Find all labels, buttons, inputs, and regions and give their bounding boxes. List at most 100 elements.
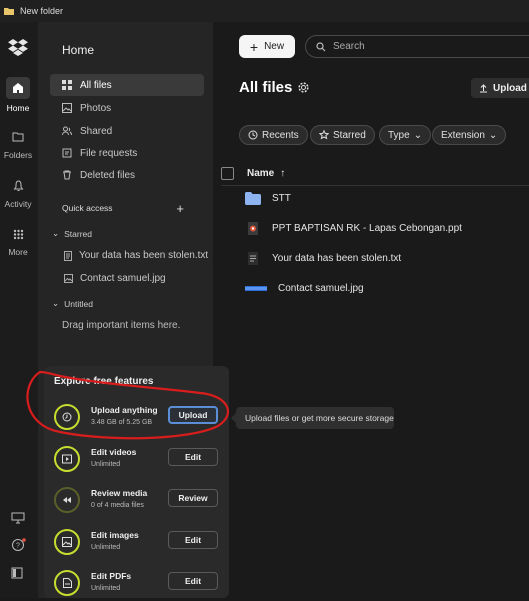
text-file-icon <box>248 251 258 265</box>
filter-starred[interactable]: Starred <box>310 125 375 145</box>
select-all-checkbox[interactable] <box>221 166 234 180</box>
photos-icon <box>62 103 72 113</box>
upload-tooltip: Upload files or get more secure storage <box>231 407 394 429</box>
sidebar-title: Home <box>62 43 95 57</box>
table-row[interactable]: Your data has been stolen.txt <box>245 243 529 273</box>
rail-item-activity[interactable]: Activity <box>0 177 36 209</box>
rail-item-folders[interactable]: Folders <box>0 128 36 160</box>
feature-detail: Unlimited <box>91 585 121 592</box>
feature-edit-videos: Edit videos Unlimited Edit <box>54 443 224 477</box>
monitor-icon[interactable] <box>11 512 25 524</box>
feature-edit-images: Edit images Unlimited Edit <box>54 526 224 560</box>
image-icon <box>62 537 72 547</box>
rail-label: Activity <box>4 199 32 209</box>
feature-edit-button[interactable]: Edit <box>168 572 218 590</box>
progress-ring <box>54 529 80 555</box>
add-quick-access-button[interactable]: + <box>176 201 184 216</box>
sidebar-item-file-requests[interactable]: File requests <box>50 142 204 164</box>
sidebar-item-all-files[interactable]: All files <box>50 74 204 96</box>
feature-upload-button[interactable]: Upload <box>168 406 218 424</box>
quick-access-section: Quick access + <box>62 201 202 216</box>
file-name: Your data has been stolen.txt <box>272 252 402 264</box>
main-content: + New Search All files Upload Recents St… <box>213 22 529 598</box>
app-rail: Home Folders Activity More ? <box>0 22 38 598</box>
sidebar-item-label: Deleted files <box>80 169 136 181</box>
table-row[interactable]: Contact samuel.jpg <box>245 273 529 303</box>
sort-arrow-up-icon[interactable]: ↑ <box>280 168 285 179</box>
untitled-hint: Drag important items here. <box>62 320 181 331</box>
filter-recents[interactable]: Recents <box>239 125 308 145</box>
explore-features-panel: Explore free features Upload anything 3.… <box>44 366 229 598</box>
untitled-section-toggle[interactable]: ⌄ Untitled <box>52 298 93 309</box>
feature-name: Edit PDFs <box>91 571 132 581</box>
upload-button[interactable]: Upload <box>471 78 529 98</box>
panel-toggle-icon[interactable] <box>11 567 23 579</box>
table-row[interactable]: PPT BAPTISAN RK - Lapas Cebongan.ppt <box>245 213 529 243</box>
files-icon <box>62 80 72 90</box>
rewind-icon <box>63 497 71 503</box>
file-requests-icon <box>62 148 72 158</box>
quick-access-label: Quick access <box>62 203 113 213</box>
progress-ring <box>54 404 80 430</box>
home-icon <box>13 83 23 93</box>
upload-icon <box>480 83 487 92</box>
feature-upload-anything: Upload anything 3.48 GB of 5.25 GB Uploa… <box>54 401 224 435</box>
gear-icon[interactable] <box>298 82 309 93</box>
video-icon <box>62 454 72 464</box>
starred-item[interactable]: Your data has been stolen.txt <box>64 250 208 261</box>
progress-ring <box>54 570 80 596</box>
pdf-icon <box>62 578 72 588</box>
sidebar-item-label: File requests <box>80 147 138 159</box>
folder-icon <box>4 8 14 15</box>
plus-icon: + <box>249 38 259 55</box>
chip-label: Starred <box>333 129 366 141</box>
chevron-down-icon: ⌄ <box>52 228 60 238</box>
filter-type[interactable]: Type ⌄ <box>379 125 432 145</box>
search-input[interactable]: Search <box>305 35 529 58</box>
trash-icon <box>63 170 71 180</box>
feature-edit-button[interactable]: Edit <box>168 531 218 549</box>
file-name: Contact samuel.jpg <box>278 282 364 294</box>
feature-review-button[interactable]: Review <box>168 489 218 507</box>
table-row[interactable]: STT <box>245 183 529 213</box>
progress-ring <box>54 487 80 513</box>
window-title: New folder <box>20 6 64 16</box>
chevron-down-icon: ⌄ <box>52 298 60 308</box>
folder-icon <box>245 191 261 205</box>
sidebar-item-deleted-files[interactable]: Deleted files <box>50 164 204 186</box>
dropbox-logo-icon[interactable] <box>8 38 28 56</box>
svg-text:?: ? <box>16 543 20 550</box>
chevron-down-icon: ⌄ <box>413 129 423 141</box>
starred-section-toggle[interactable]: ⌄ Starred <box>52 228 92 239</box>
star-icon <box>319 130 329 140</box>
search-icon <box>316 41 326 51</box>
starred-item-label: Your data has been stolen.txt <box>79 250 209 261</box>
new-button-label: New <box>264 41 285 52</box>
sidebar-item-shared[interactable]: Shared <box>50 120 204 142</box>
starred-item[interactable]: Contact samuel.jpg <box>64 273 166 284</box>
rail-item-home[interactable]: Home <box>0 77 36 113</box>
chip-label: Type <box>388 129 410 141</box>
page-title: All files <box>239 79 293 96</box>
folder-icon <box>12 132 24 142</box>
sidebar-item-label: All files <box>80 79 112 91</box>
feature-edit-button[interactable]: Edit <box>168 448 218 466</box>
sidebar-item-label: Shared <box>80 125 113 137</box>
sidebar-item-photos[interactable]: Photos <box>50 97 204 119</box>
text-file-icon <box>64 250 72 261</box>
image-file-icon <box>245 285 267 291</box>
shared-icon <box>62 126 72 136</box>
bell-icon <box>13 180 23 191</box>
clock-icon <box>62 412 72 422</box>
feature-name: Edit images <box>91 530 139 540</box>
starred-label: Starred <box>64 228 92 239</box>
powerpoint-file-icon <box>248 221 258 235</box>
sidebar-item-label: Photos <box>80 102 112 114</box>
column-name-header[interactable]: Name <box>247 168 274 179</box>
rail-item-more[interactable]: More <box>0 225 36 257</box>
help-icon[interactable]: ? <box>11 538 27 552</box>
new-button[interactable]: + New <box>239 35 295 58</box>
starred-item-label: Contact samuel.jpg <box>80 273 166 284</box>
filter-extension[interactable]: Extension ⌄ <box>432 125 507 145</box>
feature-detail: 3.48 GB of 5.25 GB <box>91 419 153 426</box>
